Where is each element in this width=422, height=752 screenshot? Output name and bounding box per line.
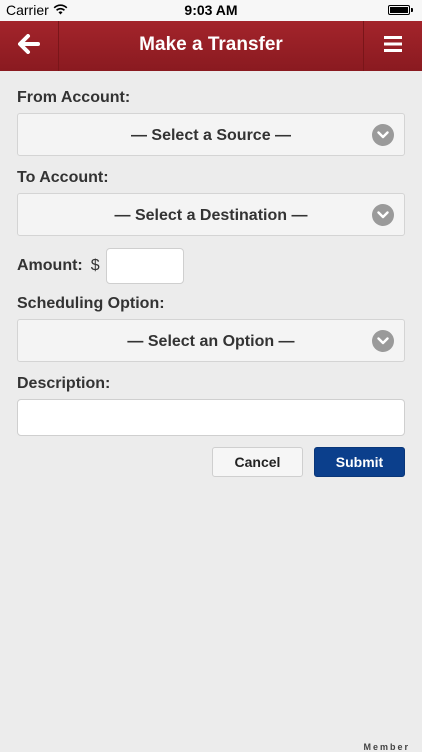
amount-input[interactable] bbox=[105, 248, 184, 284]
battery-icon bbox=[388, 5, 413, 15]
page-title: Make a Transfer bbox=[139, 34, 283, 55]
chevron-down-icon bbox=[372, 204, 394, 226]
from-account-label: From Account: bbox=[17, 89, 131, 106]
menu-button[interactable] bbox=[363, 21, 422, 71]
cancel-button[interactable]: Cancel bbox=[212, 447, 303, 477]
footer-member-text: Member bbox=[363, 742, 410, 752]
back-arrow-icon bbox=[18, 33, 40, 59]
to-account-value: — Select a Destination — bbox=[114, 207, 308, 224]
chevron-down-icon bbox=[372, 330, 394, 352]
to-account-label: To Account: bbox=[17, 169, 109, 186]
description-label: Description: bbox=[17, 375, 111, 392]
amount-row: Amount: $ bbox=[17, 248, 405, 284]
nav-bar: Make a Transfer bbox=[0, 21, 422, 71]
from-account-select[interactable]: — Select a Source — bbox=[17, 113, 405, 156]
transfer-form: From Account: — Select a Source — To Acc… bbox=[17, 88, 405, 477]
scheduling-option-label: Scheduling Option: bbox=[17, 295, 165, 312]
form-actions: Cancel Submit bbox=[17, 447, 405, 477]
from-account-value: — Select a Source — bbox=[130, 127, 292, 144]
amount-label: Amount: bbox=[17, 257, 83, 274]
scheduling-option-value: — Select an Option — bbox=[127, 333, 295, 350]
chevron-down-icon bbox=[372, 124, 394, 146]
submit-button[interactable]: Submit bbox=[314, 447, 405, 477]
scheduling-option-select[interactable]: — Select an Option — bbox=[17, 319, 405, 362]
description-input[interactable] bbox=[17, 399, 405, 436]
to-account-select[interactable]: — Select a Destination — bbox=[17, 193, 405, 236]
currency-symbol: $ bbox=[90, 257, 100, 274]
status-bar: Carrier 9:03 AM bbox=[0, 0, 422, 21]
status-time: 9:03 AM bbox=[184, 2, 238, 18]
back-button[interactable] bbox=[0, 21, 59, 71]
hamburger-menu-icon bbox=[384, 35, 402, 57]
